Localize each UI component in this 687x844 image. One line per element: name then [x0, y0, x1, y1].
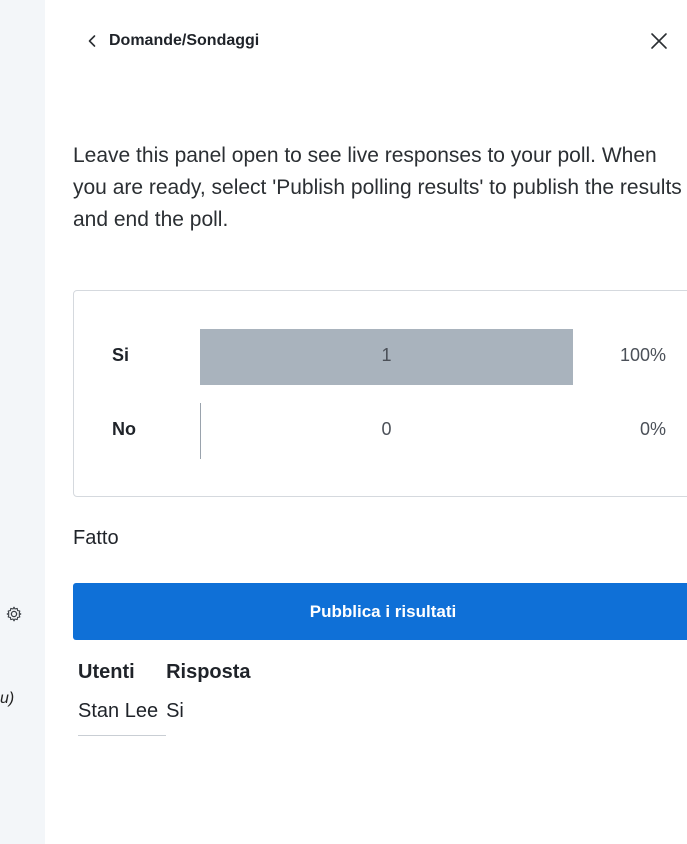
close-icon[interactable] [648, 30, 670, 52]
poll-instructions: Leave this panel open to see live respon… [73, 144, 682, 231]
panel-title: Domande/Sondaggi [109, 32, 260, 49]
result-percent: 0% [639, 419, 666, 439]
publish-results-button[interactable]: Pubblica i risultati [73, 583, 687, 640]
polling-panel: Domande/Sondaggi Leave this panel open t… [45, 0, 687, 844]
chevron-left-icon [88, 35, 96, 47]
sidebar-edge: u) [0, 0, 45, 844]
result-bar-track: 1 [200, 329, 573, 385]
result-row-no: No 0 0% [74, 403, 687, 459]
result-label: Si [112, 345, 130, 365]
response-user: Stan Lee [78, 694, 167, 736]
gear-icon[interactable] [6, 606, 22, 622]
result-bar-track: 0 [200, 403, 573, 459]
page: u) Domande/Sondaggi Leave this panel ope… [0, 0, 687, 844]
sidebar-partial-text: u) [0, 690, 15, 707]
result-row-si: Si 1 100% [74, 329, 687, 385]
back-button[interactable]: Domande/Sondaggi [85, 28, 259, 54]
panel-header: Domande/Sondaggi [45, 0, 687, 84]
response-answer: Si [166, 700, 184, 723]
responses-table: Utenti Risposta Stan Lee Si [78, 660, 259, 736]
poll-status-text: Fatto [73, 527, 119, 549]
table-header-row: Utenti Risposta [78, 660, 259, 694]
column-header-answer: Risposta [166, 660, 251, 683]
result-label: No [112, 419, 136, 439]
column-header-users: Utenti [78, 660, 135, 683]
result-count: 1 [381, 345, 392, 365]
result-percent: 100% [619, 345, 666, 365]
result-count: 0 [381, 419, 392, 439]
table-row: Stan Lee Si [78, 694, 259, 736]
poll-results-card: Si 1 100% No 0 0% [73, 290, 687, 497]
